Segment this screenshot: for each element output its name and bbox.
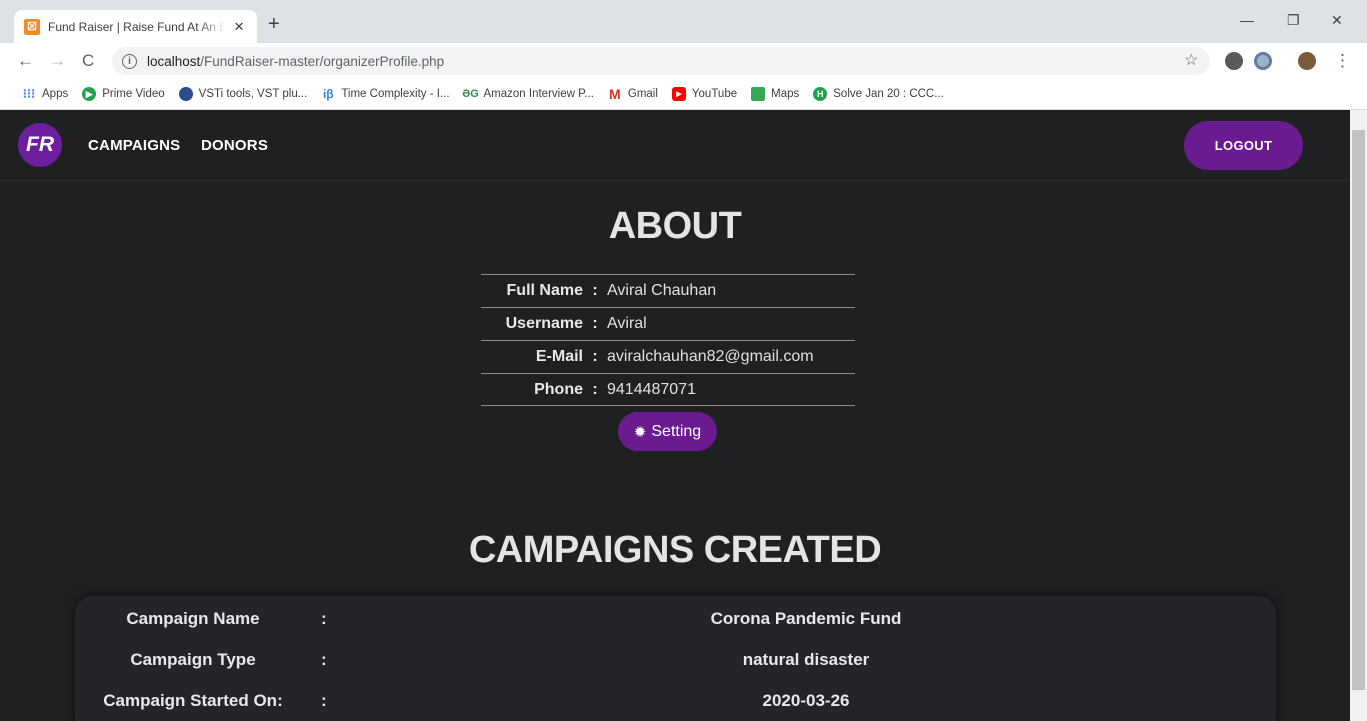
close-window-icon[interactable]: ✕ bbox=[1331, 12, 1343, 29]
profile-avatar-icon[interactable] bbox=[1298, 52, 1316, 70]
codechef-icon: H bbox=[813, 87, 828, 101]
browser-toolbar: ← → C i localhost/FundRaiser-master/orga… bbox=[0, 43, 1367, 79]
restore-icon[interactable]: ❐ bbox=[1287, 12, 1300, 29]
about-value: Aviral bbox=[607, 315, 647, 332]
campaign-value: 2020-03-26 bbox=[762, 691, 850, 710]
campaign-label: Campaign Type bbox=[130, 650, 256, 669]
campaign-card: Campaign Name : Corona Pandemic Fund Cam… bbox=[75, 596, 1276, 721]
campaign-value: Corona Pandemic Fund bbox=[710, 609, 902, 628]
url-text: localhost/FundRaiser-master/organizerPro… bbox=[147, 53, 445, 69]
scrollbar-thumb[interactable] bbox=[1352, 130, 1365, 690]
about-colon: : bbox=[592, 282, 598, 299]
bookmarks-bar: ⁝⁝⁝ Apps ▶ Prime Video VSTi tools, VST p… bbox=[0, 79, 1367, 110]
prime-video-icon: ▶ bbox=[82, 87, 97, 101]
bookmark-vsti[interactable]: VSTi tools, VST plu... bbox=[178, 87, 307, 101]
bookmark-amazon-interview[interactable]: ƏG Amazon Interview P... bbox=[462, 87, 594, 101]
browser-tab-bar: ☒ Fund Raiser | Raise Fund At An Ea ✕ + … bbox=[0, 0, 1367, 43]
bookmark-prime-video[interactable]: ▶ Prime Video bbox=[82, 87, 165, 101]
address-bar[interactable]: i localhost/FundRaiser-master/organizerP… bbox=[112, 47, 1210, 75]
bookmark-gmail[interactable]: M Gmail bbox=[608, 86, 658, 102]
campaign-colon: : bbox=[321, 650, 327, 669]
extension-icon[interactable] bbox=[1254, 52, 1272, 70]
about-value: aviralchauhan82@gmail.com bbox=[607, 348, 814, 365]
nav-link-donors[interactable]: DONORS bbox=[201, 137, 268, 154]
about-table: Full Name : Aviral Chauhan Username : Av… bbox=[481, 274, 855, 406]
reload-icon[interactable]: C bbox=[82, 51, 94, 71]
gear-icon: ✹ bbox=[633, 423, 647, 441]
campaign-row-started: Campaign Started On: : 2020-03-26 bbox=[75, 689, 1276, 713]
maps-icon bbox=[751, 87, 766, 101]
nav-link-campaigns[interactable]: CAMPAIGNS bbox=[88, 137, 180, 154]
bookmark-codechef[interactable]: H Solve Jan 20 : CCC... bbox=[813, 87, 944, 101]
campaign-row-name: Campaign Name : Corona Pandemic Fund bbox=[75, 607, 1276, 631]
campaigns-heading: CAMPAIGNS CREATED bbox=[468, 529, 882, 571]
campaign-colon: : bbox=[321, 609, 327, 628]
vst-icon bbox=[178, 87, 193, 101]
bookmark-apps[interactable]: ⁝⁝⁝ Apps bbox=[22, 86, 68, 101]
about-value: Aviral Chauhan bbox=[607, 282, 717, 299]
about-row-email: E-Mail : aviralchauhan82@gmail.com bbox=[481, 340, 855, 373]
gmail-icon: M bbox=[609, 86, 621, 102]
incognito-extension-icon[interactable] bbox=[1225, 52, 1243, 70]
tab-title: Fund Raiser | Raise Fund At An Ea bbox=[48, 19, 226, 34]
close-tab-icon[interactable]: ✕ bbox=[231, 19, 247, 35]
logout-button[interactable]: LOGOUT bbox=[1184, 121, 1303, 170]
apps-grid-icon: ⁝⁝⁝ bbox=[22, 86, 36, 101]
forward-icon[interactable]: → bbox=[49, 51, 66, 71]
campaign-colon: : bbox=[321, 691, 327, 710]
bookmark-star-icon[interactable]: ☆ bbox=[1184, 51, 1198, 71]
setting-button[interactable]: ✹ Setting bbox=[618, 412, 717, 451]
campaign-label: Campaign Started On: bbox=[103, 691, 283, 710]
about-colon: : bbox=[592, 315, 598, 332]
about-heading: ABOUT bbox=[608, 205, 742, 247]
about-colon: : bbox=[592, 380, 598, 398]
kebab-menu-icon[interactable]: ⋮ bbox=[1334, 51, 1351, 71]
bookmark-youtube[interactable]: ▶ YouTube bbox=[671, 87, 737, 101]
fundraiser-logo[interactable]: FR bbox=[18, 123, 62, 167]
new-tab-icon[interactable]: + bbox=[268, 14, 280, 34]
about-value: 9414487071 bbox=[607, 380, 696, 398]
about-row-full-name: Full Name : Aviral Chauhan bbox=[481, 274, 855, 307]
campaign-row-type: Campaign Type : natural disaster bbox=[75, 648, 1276, 672]
about-row-phone: Phone : 9414487071 bbox=[481, 373, 855, 406]
browser-tab[interactable]: ☒ Fund Raiser | Raise Fund At An Ea ✕ bbox=[14, 10, 257, 43]
about-label: Phone bbox=[534, 380, 583, 398]
page-content: FR CAMPAIGNS DONORS LOGOUT ABOUT Full Na… bbox=[0, 110, 1350, 721]
setting-label: Setting bbox=[651, 422, 702, 440]
about-label: Username bbox=[505, 315, 583, 332]
gfg-icon: ƏG bbox=[462, 88, 479, 100]
site-navbar: FR CAMPAIGNS DONORS LOGOUT bbox=[0, 110, 1350, 181]
info-icon[interactable]: i bbox=[122, 53, 137, 69]
about-label: E-Mail bbox=[535, 348, 583, 365]
youtube-icon: ▶ bbox=[671, 87, 686, 101]
about-colon: : bbox=[592, 348, 598, 365]
bookmark-time-complexity[interactable]: iβ Time Complexity - I... bbox=[321, 87, 450, 101]
campaign-value: natural disaster bbox=[742, 650, 870, 669]
back-icon[interactable]: ← bbox=[17, 51, 34, 71]
fr-favicon-icon: ☒ bbox=[24, 18, 40, 35]
ib-icon: iβ bbox=[322, 87, 334, 101]
bookmark-maps[interactable]: Maps bbox=[751, 87, 799, 101]
about-label: Full Name bbox=[506, 282, 583, 299]
about-row-username: Username : Aviral bbox=[481, 307, 855, 340]
campaign-label: Campaign Name bbox=[126, 609, 260, 628]
minimize-icon[interactable]: — bbox=[1240, 12, 1254, 28]
page-scrollbar[interactable] bbox=[1350, 110, 1367, 721]
